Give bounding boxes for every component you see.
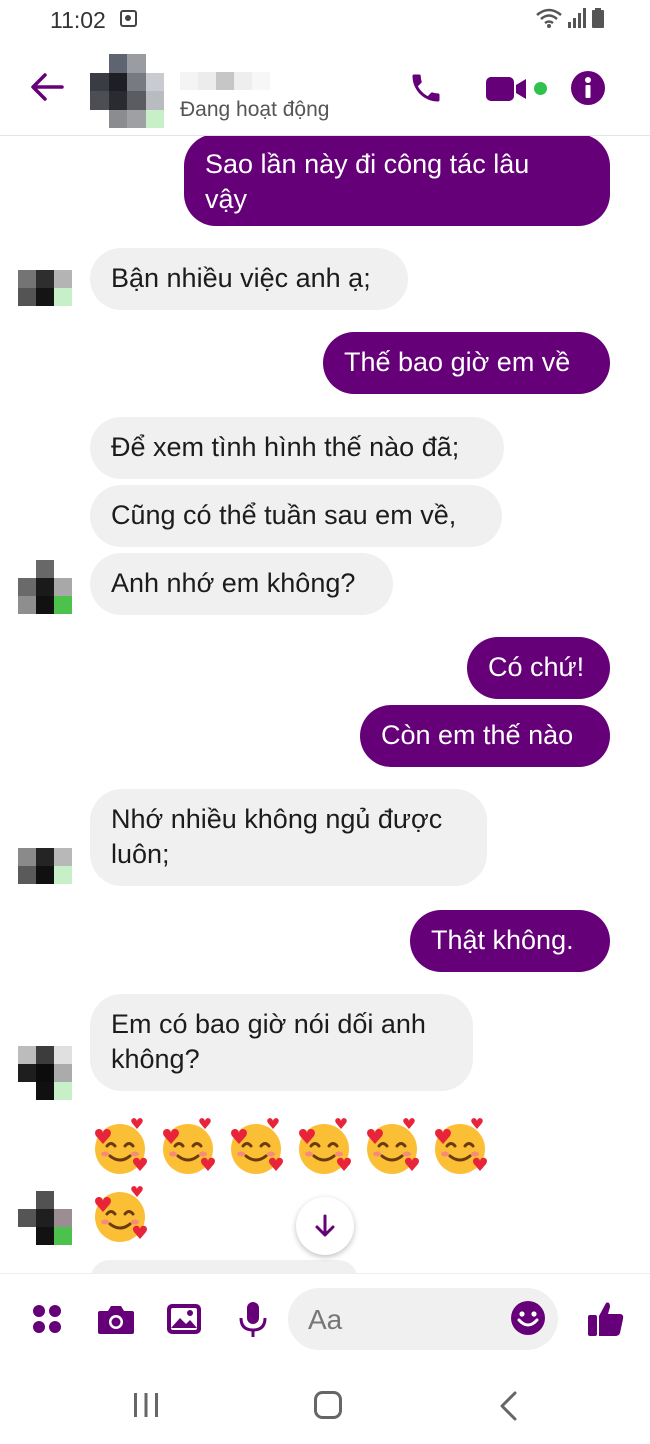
back-icon[interactable] [499,1391,519,1421]
outgoing-message[interactable]: Sao lần này đi công tác lâu vậy [184,136,610,226]
status-bar: 11:02 [0,0,650,42]
microphone-icon[interactable] [238,1301,268,1339]
image-icon[interactable] [166,1303,202,1335]
phone-icon[interactable] [408,70,444,106]
thumbs-up-icon[interactable] [587,1300,625,1338]
signal-icon [568,8,586,28]
incoming-message[interactable]: Em có bao giờ nói dối anh không? [90,994,473,1091]
menu-dots-icon[interactable] [31,1303,63,1335]
sender-avatar[interactable] [18,848,72,884]
incoming-message[interactable]: Nhớ nhiều không ngủ được luôn; [90,789,487,886]
smiling-face-with-hearts-emoji [299,1118,352,1174]
info-icon[interactable] [570,70,606,106]
home-icon[interactable] [313,1390,343,1420]
wifi-icon [536,8,562,28]
video-icon[interactable] [486,74,530,104]
incoming-message-partial [90,1260,358,1273]
scroll-down-icon [315,1214,335,1237]
battery-icon [592,8,604,28]
system-nav-bar [0,1365,650,1444]
smiling-face-with-hearts-emoji [95,1186,148,1242]
smiling-face-with-hearts-emoji [367,1118,420,1174]
smiling-face-with-hearts-emoji [163,1118,216,1174]
online-dot [534,82,547,95]
back-arrow-icon[interactable] [30,72,64,102]
incoming-message[interactable]: Anh nhớ em không? [90,553,393,615]
smiling-face-with-hearts-emoji [95,1118,148,1174]
incoming-message[interactable]: Bận nhiều việc anh ạ; [90,248,408,310]
contact-status: Đang hoạt động [180,98,330,121]
recent-apps-icon[interactable] [132,1391,160,1419]
status-icons [536,8,604,28]
contact-name-redacted [180,72,270,90]
outgoing-message[interactable]: Có chứ! [467,637,610,699]
sender-avatar[interactable] [18,1191,72,1245]
incoming-message[interactable]: Để xem tình hình thế nào đã; [90,417,504,479]
camera-icon[interactable] [97,1303,135,1335]
outgoing-message[interactable]: Thật không. [410,910,610,972]
message-composer: Aa [0,1273,650,1366]
sender-avatar[interactable] [18,1046,72,1100]
contact-avatar[interactable] [90,54,164,128]
status-time: 11:02 [50,7,106,33]
message-list[interactable]: Sao lần này đi công tác lâu vậy Bận nhiề… [0,136,650,1273]
sender-avatar[interactable] [18,560,72,614]
outgoing-message[interactable]: Còn em thế nào [360,705,610,767]
notification-icon [120,10,137,27]
emoji-icon[interactable] [510,1300,546,1336]
incoming-message[interactable]: Cũng có thể tuần sau em về, [90,485,502,547]
sender-avatar[interactable] [18,270,72,306]
message-input[interactable]: Aa [288,1288,558,1350]
scroll-down-button[interactable] [296,1197,354,1255]
message-input-placeholder: Aa [308,1304,343,1335]
chat-header: Đang hoạt động [0,42,650,136]
outgoing-message[interactable]: Thế bao giờ em về [323,332,610,394]
smiling-face-with-hearts-emoji [435,1118,488,1174]
smiling-face-with-hearts-emoji [231,1118,284,1174]
